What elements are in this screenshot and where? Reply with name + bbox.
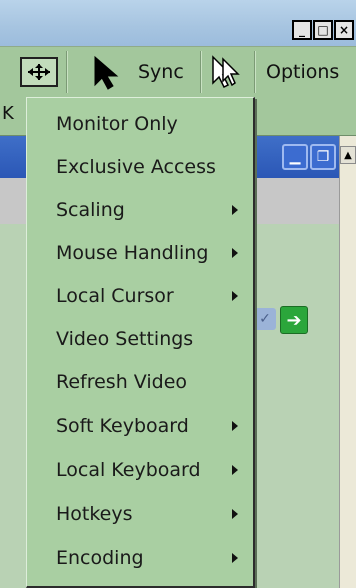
window-controls: _ □ ×	[292, 20, 354, 40]
menu-item-label: Refresh Video	[56, 370, 188, 393]
submenu-arrow-icon	[232, 204, 238, 215]
single-cursor-icon[interactable]	[210, 55, 244, 91]
menu-item-exclusive-access[interactable]: Exclusive Access	[27, 145, 253, 188]
submenu-arrow-icon	[232, 290, 238, 301]
menu-item-label: Soft Keyboard	[56, 414, 189, 437]
scroll-up-button[interactable]: ▲	[340, 146, 356, 164]
submenu-arrow-icon	[232, 464, 238, 475]
toolbar-separator	[66, 51, 67, 93]
toolbar: Sync Options	[0, 46, 356, 98]
menu-item-mouse-handling[interactable]: Mouse Handling	[27, 231, 253, 274]
menu-item-label: Local Keyboard	[56, 458, 201, 481]
menu-item-label: Exclusive Access	[56, 155, 216, 178]
menu-item-soft-keyboard[interactable]: Soft Keyboard	[27, 404, 253, 447]
remote-minimize-icon[interactable]: ▁	[282, 144, 308, 170]
options-button[interactable]: Options	[266, 61, 339, 83]
menu-item-encoding[interactable]: Encoding	[27, 536, 253, 579]
menu-item-label: Scaling	[56, 198, 125, 221]
menu-item-label: Monitor Only	[56, 112, 178, 135]
menu-item-label: Mouse Handling	[56, 241, 209, 264]
minimize-button[interactable]: _	[292, 20, 312, 40]
menu-item-local-cursor[interactable]: Local Cursor	[27, 274, 253, 317]
pointer-icon[interactable]	[92, 55, 122, 91]
sync-button[interactable]: Sync	[138, 61, 184, 83]
title-bar: _ □ ×	[0, 0, 356, 46]
close-button[interactable]: ×	[334, 20, 354, 40]
menu-item-label: Video Settings	[56, 327, 194, 350]
partial-label: K	[2, 103, 14, 124]
menu-item-label: Encoding	[56, 546, 144, 569]
go-arrow-icon[interactable]: ➔	[280, 306, 308, 334]
maximize-button[interactable]: □	[313, 20, 333, 40]
submenu-arrow-icon	[232, 508, 238, 519]
check-icon[interactable]: ✓	[254, 308, 276, 330]
fit-window-button[interactable]	[20, 57, 58, 87]
toolbar-separator	[254, 51, 255, 93]
menu-item-video-settings[interactable]: Video Settings	[27, 317, 253, 360]
menu-item-local-keyboard[interactable]: Local Keyboard	[27, 448, 253, 491]
submenu-arrow-icon	[232, 552, 238, 563]
toolbar-separator	[200, 51, 201, 93]
fit-window-icon	[28, 64, 50, 80]
remote-restore-icon[interactable]: ❐	[310, 144, 336, 170]
submenu-arrow-icon	[232, 420, 238, 431]
menu-item-label: Hotkeys	[56, 502, 133, 525]
submenu-arrow-icon	[232, 247, 238, 258]
menu-item-refresh-video[interactable]: Refresh Video	[27, 360, 253, 403]
menu-item-monitor-only[interactable]: Monitor Only	[27, 102, 253, 145]
menu-item-hotkeys[interactable]: Hotkeys	[27, 492, 253, 535]
menu-item-scaling[interactable]: Scaling	[27, 188, 253, 231]
menu-item-label: Local Cursor	[56, 284, 174, 307]
vertical-scrollbar[interactable]: ▲	[339, 136, 356, 588]
options-menu: Monitor Only Exclusive Access Scaling Mo…	[26, 97, 255, 588]
